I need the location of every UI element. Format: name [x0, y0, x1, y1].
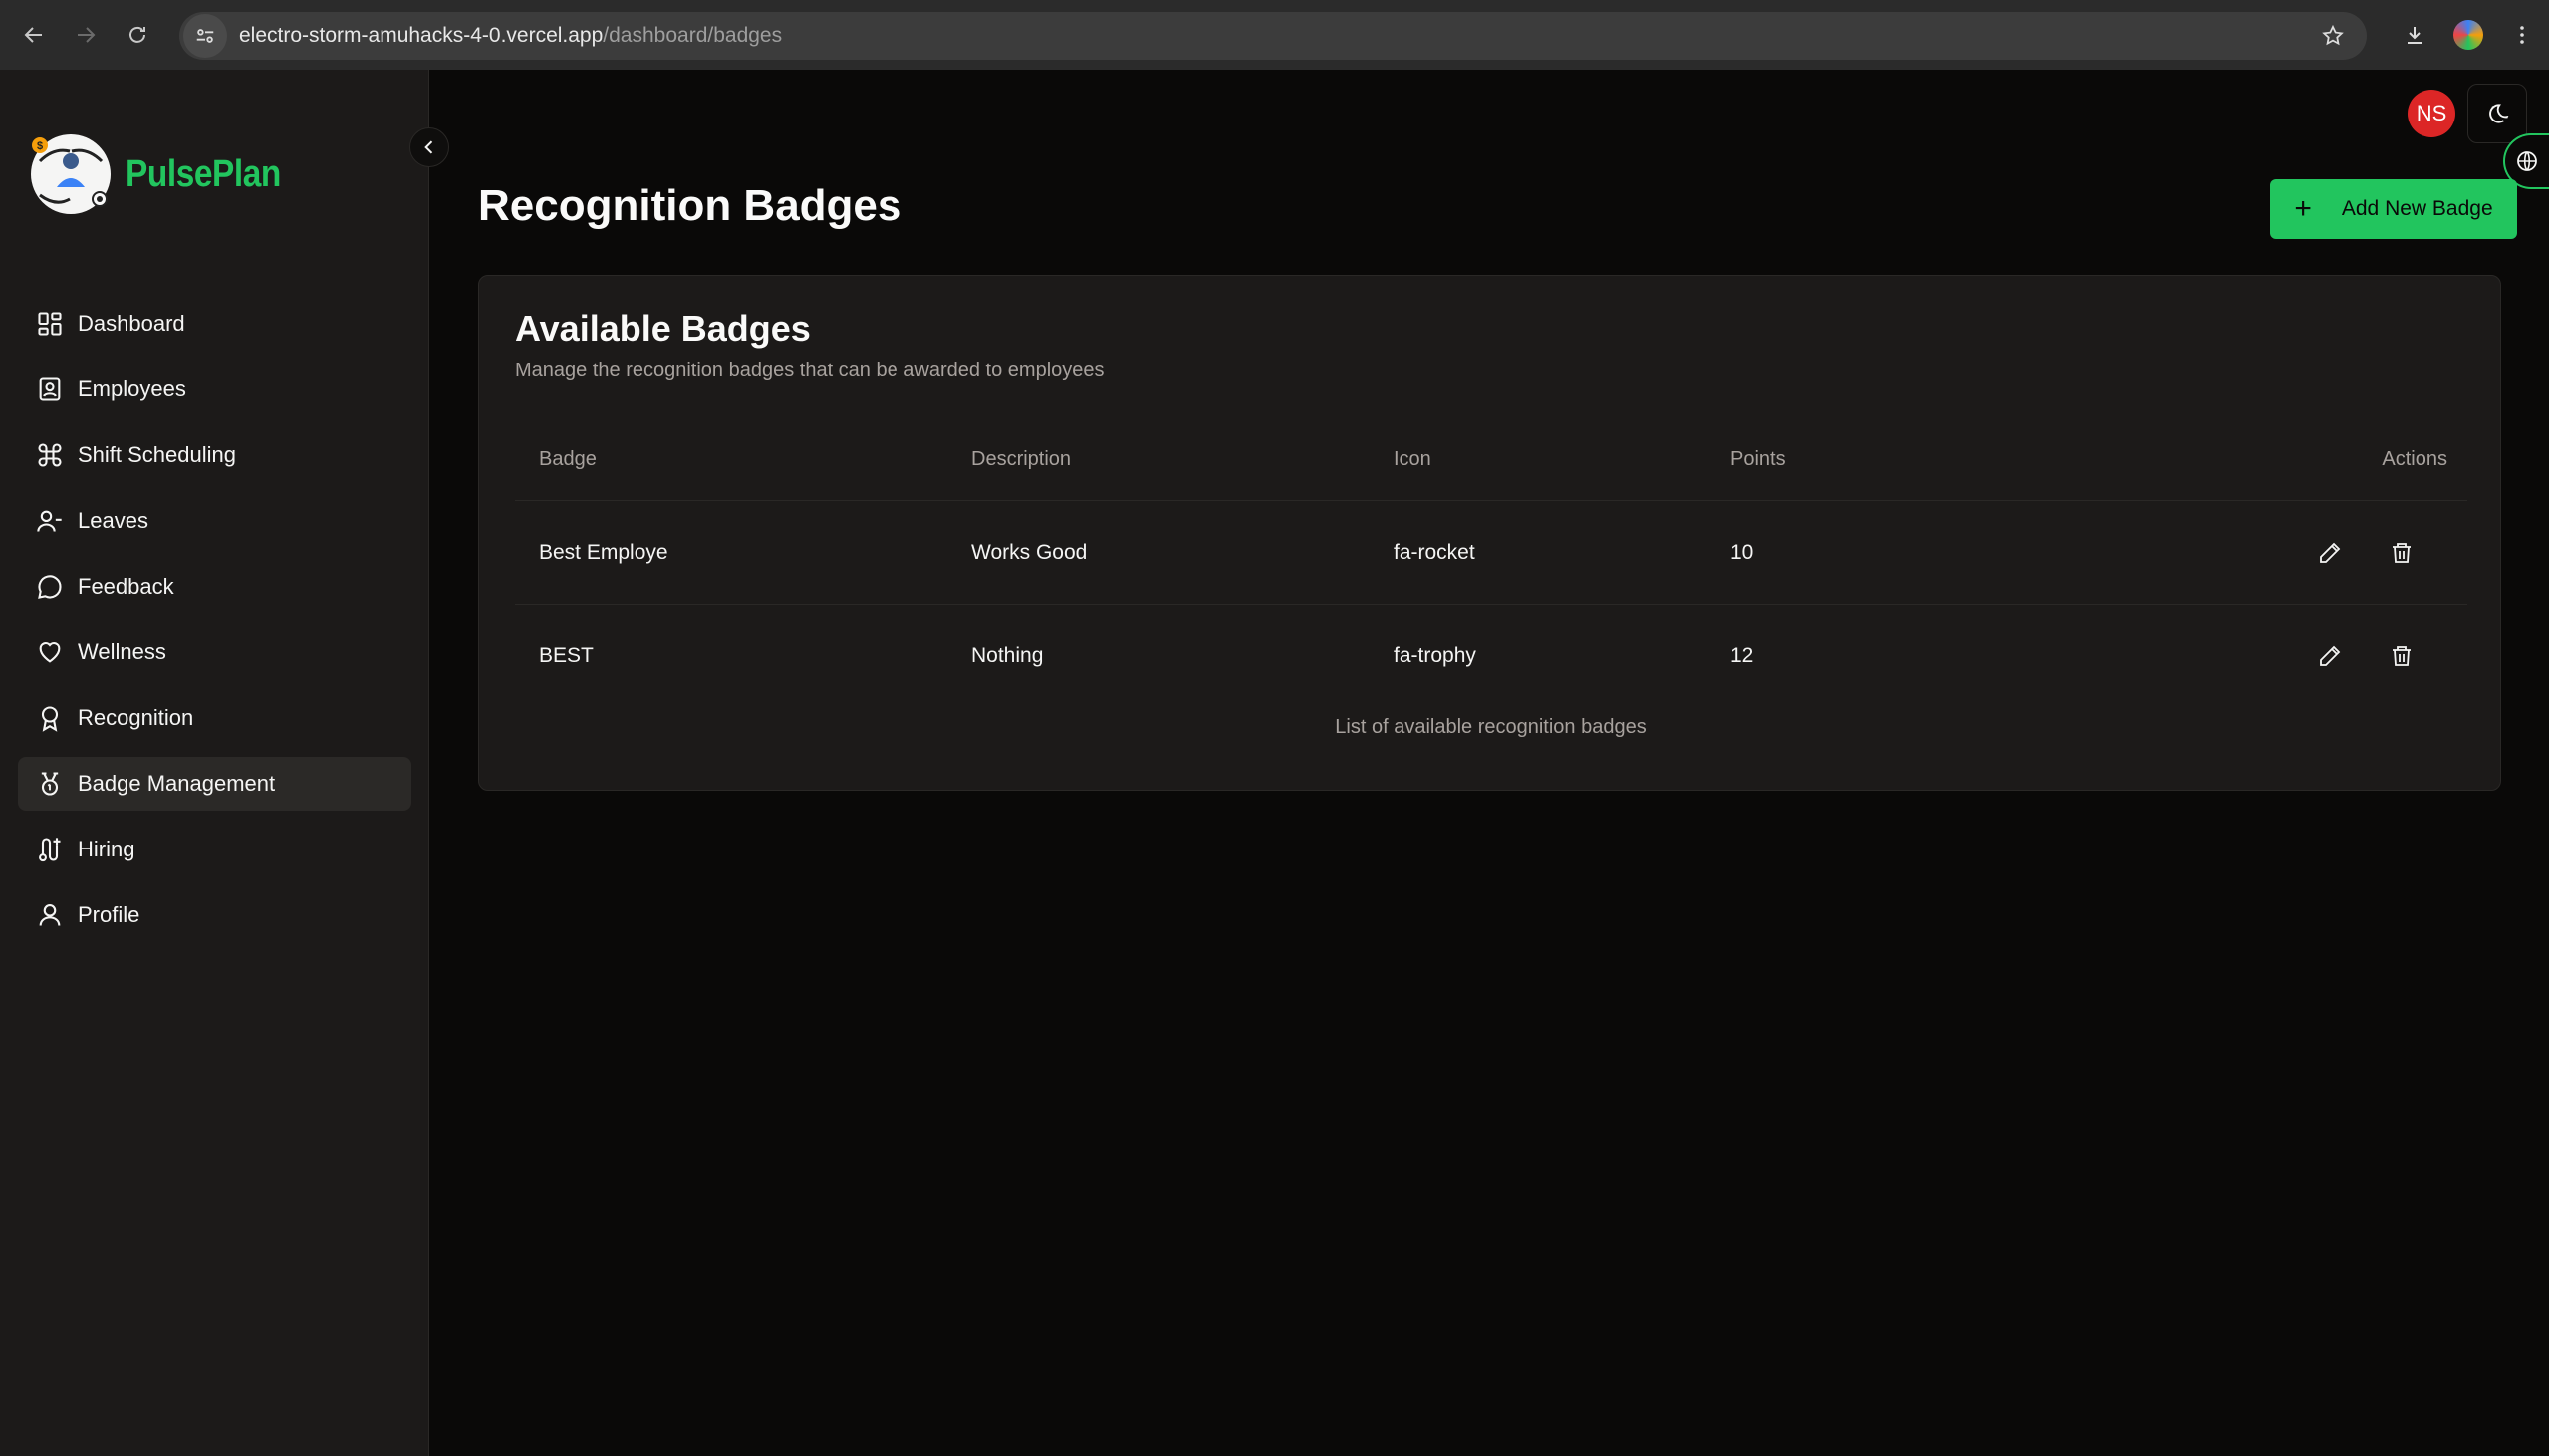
sidebar-item-label: Shift Scheduling — [78, 442, 236, 467]
cell-actions — [2029, 638, 2467, 674]
trash-icon — [2393, 542, 2411, 563]
sidebar-item-employees[interactable]: Employees — [18, 363, 411, 416]
download-icon — [2408, 27, 2422, 44]
cell-description: Works Good — [971, 540, 1088, 564]
badges-card: Available Badges Manage the recognition … — [478, 275, 2501, 791]
page-title: Recognition Badges — [478, 181, 902, 230]
sidebar-item-wellness[interactable]: Wellness — [18, 625, 411, 679]
column-header-actions: Actions — [2029, 448, 2467, 471]
sidebar-item-label: Recognition — [78, 705, 194, 730]
cell-icon: fa-trophy — [1394, 644, 1476, 667]
table-caption: List of available recognition badges — [1335, 716, 1647, 738]
table-row: Best Employe Works Good fa-rocket 10 — [515, 501, 2467, 605]
reload-icon — [129, 26, 145, 43]
profile-button[interactable] — [2441, 9, 2495, 61]
command-icon — [38, 443, 62, 467]
brand[interactable]: $ PulsePlan — [28, 131, 302, 217]
pencil-icon — [2320, 645, 2341, 666]
address-bar[interactable]: electro-storm-amuhacks-4-0.vercel.app/da… — [179, 12, 2367, 60]
user-avatar[interactable]: NS — [2408, 90, 2455, 137]
cell-actions — [2029, 535, 2467, 571]
arrow-left-icon — [24, 27, 42, 43]
cell-badge: Best Employe — [539, 540, 668, 564]
browser-toolbar: electro-storm-amuhacks-4-0.vercel.app/da… — [0, 0, 2549, 70]
table-row: BEST Nothing fa-trophy 12 — [515, 605, 2467, 708]
user-icon — [39, 904, 61, 926]
column-header-badge: Badge — [539, 448, 597, 470]
arrow-right-icon — [78, 27, 96, 43]
delete-button[interactable] — [2384, 638, 2420, 674]
edit-button[interactable] — [2312, 638, 2348, 674]
delete-button[interactable] — [2384, 535, 2420, 571]
sidebar-item-label: Feedback — [78, 574, 174, 599]
browser-menu-button[interactable] — [2495, 9, 2549, 61]
chevron-left-icon — [424, 140, 433, 154]
sidebar-item-label: Wellness — [78, 639, 166, 664]
table-header: Badge Description Icon Points Actions — [515, 419, 2467, 501]
sidebar-item-label: Employees — [78, 376, 186, 401]
sidebar-item-label: Badge Management — [78, 771, 276, 796]
globe-icon — [2517, 151, 2537, 171]
profile-avatar — [2453, 20, 2483, 50]
column-header-description: Description — [971, 448, 1072, 470]
cell-badge: BEST — [539, 644, 594, 667]
sidebar-item-label: Hiring — [78, 837, 135, 861]
user-minus-icon — [37, 510, 62, 532]
cell-points: 12 — [1730, 644, 1754, 667]
sidebar-item-label: Profile — [78, 902, 140, 927]
add-new-badge-label: Add New Badge — [2341, 197, 2493, 220]
column-header-icon: Icon — [1394, 448, 1431, 470]
bookmark-star-icon[interactable] — [2317, 20, 2349, 52]
route-icon — [39, 838, 61, 862]
download-button[interactable] — [2388, 9, 2441, 61]
sidebar-item-profile[interactable]: Profile — [18, 888, 411, 942]
sidebar-item-leaves[interactable]: Leaves — [18, 494, 411, 548]
medal-icon — [41, 772, 59, 796]
sidebar-menu: Dashboard Employees Shift Scheduling Lea… — [18, 297, 411, 954]
main-content: NS Recognition Badges + Add New Badge Av… — [430, 70, 2549, 1456]
pencil-icon — [2320, 542, 2341, 563]
contact-book-icon — [39, 377, 61, 401]
more-vertical-icon — [2520, 26, 2524, 44]
message-circle-icon — [38, 575, 62, 599]
moon-sun-icon — [2489, 104, 2509, 123]
dashboard-icon — [38, 312, 62, 336]
edit-button[interactable] — [2312, 535, 2348, 571]
sidebar-item-dashboard[interactable]: Dashboard — [18, 297, 411, 351]
site-info-icon[interactable] — [183, 14, 227, 58]
add-new-badge-button[interactable]: + Add New Badge — [2270, 179, 2517, 239]
heart-icon — [39, 642, 61, 663]
award-icon — [41, 706, 59, 732]
column-header-points: Points — [1730, 448, 1786, 470]
cell-icon: fa-rocket — [1394, 540, 1475, 564]
back-button[interactable] — [8, 9, 60, 61]
brand-name: PulsePlan — [126, 152, 281, 195]
card-description: Manage the recognition badges that can b… — [515, 360, 1105, 381]
badges-table: Badge Description Icon Points Actions Be… — [515, 419, 2467, 708]
sidebar-item-label: Dashboard — [78, 311, 185, 336]
cell-description: Nothing — [971, 644, 1044, 667]
sidebar-item-label: Leaves — [78, 508, 148, 533]
plus-icon: + — [2294, 192, 2312, 225]
cell-points: 10 — [1730, 540, 1754, 564]
forward-button[interactable] — [60, 9, 112, 61]
url-text: electro-storm-amuhacks-4-0.vercel.app/da… — [239, 24, 782, 48]
svg-text:$: $ — [37, 140, 43, 152]
collapse-sidebar-button[interactable] — [409, 127, 449, 167]
theme-toggle-button[interactable] — [2467, 84, 2527, 143]
url-host: electro-storm-amuhacks-4-0.vercel.app — [239, 24, 604, 47]
reload-button[interactable] — [112, 9, 163, 61]
card-title: Available Badges — [515, 308, 811, 349]
sidebar-item-hiring[interactable]: Hiring — [18, 823, 411, 876]
sidebar: $ PulsePlan Dashboard Employees Shift Sc… — [0, 70, 429, 1456]
pulseplan-logo: $ — [28, 131, 114, 217]
url-path: /dashboard/badges — [603, 24, 783, 47]
sidebar-item-shift-scheduling[interactable]: Shift Scheduling — [18, 428, 411, 482]
sidebar-item-feedback[interactable]: Feedback — [18, 560, 411, 613]
sidebar-item-recognition[interactable]: Recognition — [18, 691, 411, 745]
column-header-actions-label: Actions — [2382, 448, 2447, 470]
trash-icon — [2393, 646, 2411, 666]
sidebar-item-badge-management[interactable]: Badge Management — [18, 757, 411, 811]
